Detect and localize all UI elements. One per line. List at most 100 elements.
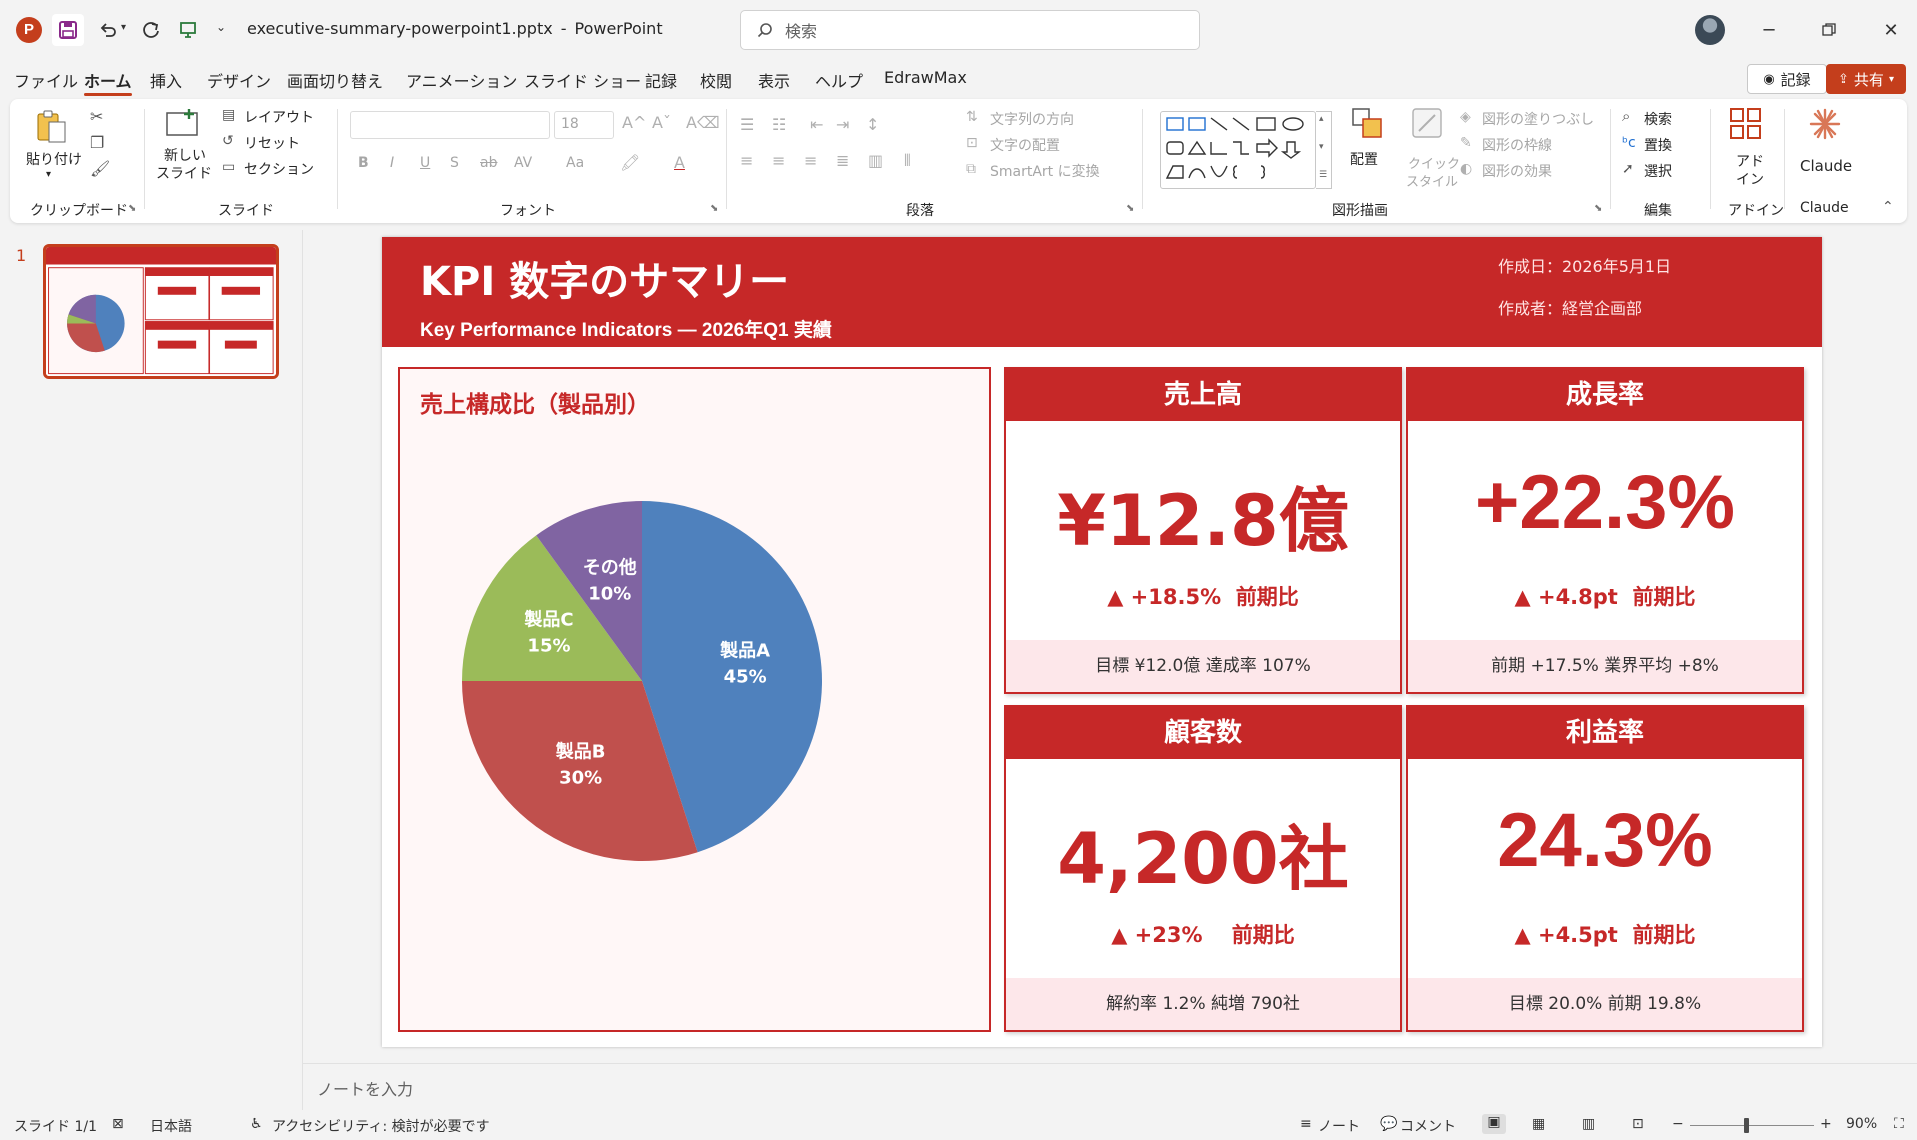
- tab-help[interactable]: ヘルプ: [815, 68, 863, 92]
- align-right-icon[interactable]: ≡: [804, 151, 817, 170]
- tab-review[interactable]: 校閲: [700, 68, 732, 92]
- increase-indent-icon[interactable]: ⇥: [836, 115, 849, 134]
- zoom-out-button[interactable]: −: [1672, 1116, 1684, 1132]
- tab-record[interactable]: 記録: [645, 68, 677, 92]
- copy-icon[interactable]: ❐: [90, 133, 104, 152]
- tab-animations[interactable]: アニメーション: [406, 68, 517, 92]
- share-button[interactable]: ⇪ 共有 ▾: [1826, 64, 1906, 94]
- arrange-button[interactable]: 配置: [1344, 107, 1392, 187]
- slideshow-icon[interactable]: ⊡: [1632, 1116, 1644, 1132]
- align-text-button[interactable]: 文字の配置: [990, 135, 1060, 155]
- dialog-launcher-icon[interactable]: ⬊: [1594, 203, 1602, 214]
- dialog-launcher-icon[interactable]: ⬊: [710, 203, 718, 214]
- zoom-in-button[interactable]: +: [1820, 1116, 1832, 1132]
- distribute-icon[interactable]: ▥: [868, 151, 883, 170]
- shape-fill-button[interactable]: 図形の塗りつぶし: [1482, 109, 1594, 129]
- slide-thumbnail[interactable]: [43, 244, 279, 379]
- avatar[interactable]: [1695, 15, 1725, 45]
- close-button[interactable]: ✕: [1868, 14, 1914, 46]
- dialog-launcher-icon[interactable]: ⬊: [1126, 203, 1134, 214]
- search-box[interactable]: 検索: [740, 10, 1200, 50]
- kpi-card-margin[interactable]: 利益率 24.3% ▲ +4.5pt 前期比 目標 20.0% 前期 19.8%: [1406, 705, 1804, 1032]
- font-size-select[interactable]: 18: [554, 111, 614, 139]
- cut-icon[interactable]: ✂: [90, 107, 103, 126]
- pie-chart-panel[interactable]: 売上構成比（製品別） 製品A 45% 製品B 30% 製品C 15% その他 10%: [398, 367, 991, 1032]
- undo-button[interactable]: [92, 14, 124, 46]
- gallery-scroll[interactable]: ▴ ▾ ☰: [1316, 111, 1332, 189]
- save-button[interactable]: [52, 14, 84, 46]
- align-left-icon[interactable]: ≡: [740, 151, 753, 170]
- shape-outline-button[interactable]: 図形の枠線: [1482, 135, 1552, 155]
- zoom-slider[interactable]: [1690, 1125, 1814, 1126]
- shape-effects-button[interactable]: 図形の効果: [1482, 161, 1552, 181]
- kpi-card-sales[interactable]: 売上高 ¥12.8億 ▲ +18.5% 前期比 目標 ¥12.0億 達成率 10…: [1004, 367, 1402, 694]
- more-icon[interactable]: ☰: [1319, 170, 1327, 180]
- quick-styles-button[interactable]: クイック スタイル: [1400, 107, 1460, 197]
- section-button[interactable]: セクション: [244, 159, 314, 179]
- line-spacing-icon[interactable]: ↕: [866, 115, 879, 134]
- tab-home[interactable]: ホーム: [84, 68, 132, 96]
- spellcheck-icon[interactable]: ⊠: [112, 1116, 124, 1132]
- slide-subtitle[interactable]: Key Performance Indicators — 2026年Q1 実績: [420, 315, 832, 342]
- created-by[interactable]: 作成者：経営企画部: [1498, 295, 1642, 319]
- layout-button[interactable]: レイアウト: [244, 107, 314, 127]
- reset-button[interactable]: リセット: [244, 133, 300, 153]
- strikethrough-button[interactable]: ab: [480, 155, 497, 171]
- paste-button[interactable]: 貼り付け ▾: [24, 107, 82, 187]
- columns-icon[interactable]: ⫴: [904, 151, 911, 171]
- tab-edrawmax[interactable]: EdrawMax: [884, 68, 967, 87]
- shadow-button[interactable]: S: [450, 155, 459, 171]
- dialog-launcher-icon[interactable]: ⬊: [128, 203, 136, 214]
- tab-transitions[interactable]: 画面切り替え: [287, 68, 383, 92]
- kpi-card-customers[interactable]: 顧客数 4,200社 ▲ +23% 前期比 解約率 1.2% 純増 790社: [1004, 705, 1402, 1032]
- slide-sorter-icon[interactable]: ▦: [1532, 1116, 1545, 1132]
- bullets-icon[interactable]: ☰: [740, 115, 754, 134]
- font-name-select[interactable]: [350, 111, 550, 139]
- language-indicator[interactable]: 日本語: [150, 1116, 192, 1136]
- accessibility-status[interactable]: アクセシビリティ: 検討が必要です: [272, 1116, 490, 1136]
- align-center-icon[interactable]: ≡: [772, 151, 785, 170]
- grow-font-icon[interactable]: A^: [622, 113, 646, 132]
- fit-to-window-icon[interactable]: ⛶: [1894, 1116, 1904, 1132]
- restore-button[interactable]: [1806, 14, 1852, 46]
- normal-view-icon[interactable]: ▣: [1482, 1114, 1506, 1134]
- tab-file[interactable]: ファイル: [14, 68, 78, 92]
- tab-view[interactable]: 表示: [758, 68, 790, 92]
- undo-dropdown-icon[interactable]: ▾: [121, 22, 126, 33]
- select-button[interactable]: 選択: [1644, 161, 1672, 181]
- record-button[interactable]: ◉ 記録: [1747, 64, 1827, 94]
- tab-insert[interactable]: 挿入: [150, 68, 182, 92]
- highlight-icon[interactable]: 🖍: [620, 153, 640, 172]
- clear-format-icon[interactable]: A⌫: [686, 113, 720, 132]
- chevron-down-icon[interactable]: ▾: [1319, 142, 1324, 152]
- chevron-up-icon[interactable]: ▴: [1319, 114, 1324, 124]
- kpi-card-growth[interactable]: 成長率 +22.3% ▲ +4.8pt 前期比 前期 +17.5% 業界平均 +…: [1406, 367, 1804, 694]
- reading-view-icon[interactable]: ▥: [1582, 1116, 1595, 1132]
- text-direction-button[interactable]: 文字列の方向: [990, 109, 1074, 129]
- comments-button[interactable]: コメント: [1400, 1116, 1456, 1136]
- redo-button[interactable]: [136, 14, 168, 46]
- new-slide-button[interactable]: 新しい スライド: [152, 107, 214, 189]
- replace-button[interactable]: 置換: [1644, 135, 1672, 155]
- notes-toggle-button[interactable]: ノート: [1318, 1116, 1360, 1136]
- notes-pane[interactable]: ノートを入力: [303, 1063, 1917, 1107]
- created-date[interactable]: 作成日：2026年5月1日: [1498, 253, 1671, 277]
- char-spacing-button[interactable]: AV: [514, 155, 532, 171]
- shapes-gallery[interactable]: [1160, 111, 1316, 189]
- minimize-button[interactable]: ─: [1746, 14, 1792, 46]
- claude-button[interactable]: Claude: [1796, 107, 1856, 187]
- shrink-font-icon[interactable]: Aˇ: [652, 113, 671, 132]
- smartart-button[interactable]: SmartArt に変換: [990, 161, 1100, 181]
- bold-button[interactable]: B: [358, 155, 369, 171]
- slide-counter[interactable]: スライド 1/1: [14, 1116, 97, 1136]
- slide-canvas[interactable]: KPI 数字のサマリー Key Performance Indicators —…: [382, 237, 1822, 1047]
- collapse-ribbon-icon[interactable]: ⌃: [1882, 199, 1894, 215]
- format-painter-icon[interactable]: 🖌: [90, 159, 110, 178]
- addins-button[interactable]: アド イン: [1724, 107, 1768, 193]
- decrease-indent-icon[interactable]: ⇤: [810, 115, 823, 134]
- present-button[interactable]: [172, 14, 204, 46]
- tab-slideshow[interactable]: スライド ショー: [524, 68, 641, 92]
- change-case-button[interactable]: Aa: [566, 155, 584, 171]
- justify-icon[interactable]: ≣: [836, 151, 849, 170]
- font-color-icon[interactable]: A: [674, 153, 685, 172]
